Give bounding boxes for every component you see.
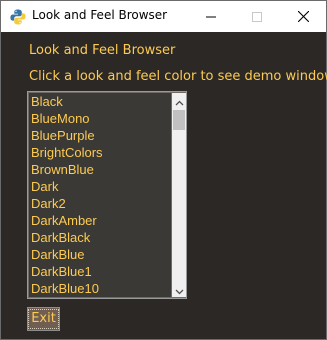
list-item[interactable]: Black [29,93,171,110]
scroll-down-button[interactable] [172,282,186,297]
close-icon [297,7,309,26]
exit-button[interactable]: Exit [27,307,60,331]
maximize-icon [252,7,262,26]
minimize-button[interactable] [188,1,234,32]
vertical-scrollbar[interactable] [172,93,186,297]
window-title: Look and Feel Browser [32,8,168,22]
list-item[interactable]: Dark [29,178,171,195]
list-item[interactable]: BrightColors [29,144,171,161]
close-button[interactable] [280,1,326,32]
list-item[interactable]: DarkAmber [29,212,171,229]
list-item[interactable]: BlueMono [29,110,171,127]
heading-label: Look and Feel Browser [29,43,176,58]
list-item[interactable]: Dark2 [29,195,171,212]
scroll-up-button[interactable] [172,93,186,108]
chevron-down-icon [175,280,184,299]
list-item[interactable]: DarkBlue1 [29,263,171,280]
list-item[interactable]: DarkBlack [29,229,171,246]
window-content: Look and Feel Browser Click a look and f… [1,32,327,339]
app-window: Look and Feel Browser Look and Feel Brow… [0,0,327,340]
theme-list: Black BlueMono BluePurple BrightColors B… [29,93,171,297]
exit-button-label: Exit [28,309,59,329]
list-item[interactable]: DarkBlue [29,246,171,263]
minimize-icon [206,7,216,26]
python-icon [10,9,26,25]
chevron-up-icon [175,91,184,110]
title-bar[interactable]: Look and Feel Browser [1,1,326,32]
list-item[interactable]: DarkBlue10 [29,280,171,297]
list-item[interactable]: BluePurple [29,127,171,144]
theme-listbox[interactable]: Black BlueMono BluePurple BrightColors B… [27,91,187,299]
maximize-button[interactable] [234,1,280,32]
list-item[interactable]: BrownBlue [29,161,171,178]
instruction-label: Click a look and feel color to see demo … [29,69,327,84]
scrollbar-thumb[interactable] [173,110,185,130]
